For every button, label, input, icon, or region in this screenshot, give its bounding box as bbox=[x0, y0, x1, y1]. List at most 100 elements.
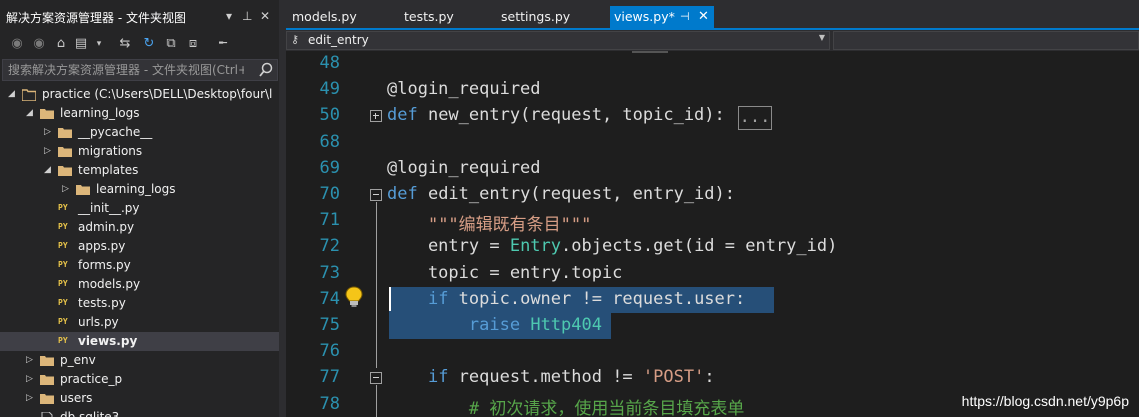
tab-settings-py[interactable]: settings.py bbox=[501, 6, 570, 28]
expand-arrow-icon[interactable]: ▷ bbox=[44, 126, 54, 138]
tree-item[interactable]: ▷ migrations bbox=[0, 142, 279, 161]
code-line[interactable]: if request.method != 'POST': bbox=[387, 367, 715, 387]
properties-icon[interactable]: ╾ bbox=[214, 34, 232, 54]
sync-icon[interactable]: ⇆ bbox=[116, 34, 134, 54]
search-icon[interactable] bbox=[258, 61, 274, 79]
code-line[interactable]: def new_entry(request, topic_id): bbox=[387, 105, 725, 125]
tree-item[interactable]: PY __init__.py bbox=[0, 199, 279, 218]
solution-explorer-title: 解决方案资源管理器 - 文件夹视图 bbox=[6, 11, 186, 25]
home-icon[interactable]: ⌂ bbox=[52, 34, 70, 54]
tree-item[interactable]: ▷ __pycache__ bbox=[0, 123, 279, 142]
code-line[interactable]: raise Http404 bbox=[387, 315, 602, 335]
tab-tests-py[interactable]: tests.py bbox=[404, 6, 454, 28]
tab-views-py[interactable]: views.py* ⊣ ✕ bbox=[610, 6, 714, 28]
tree-item[interactable]: PY views.py bbox=[0, 332, 279, 351]
solution-explorer-search[interactable] bbox=[2, 59, 278, 81]
code-token: entry = bbox=[387, 236, 510, 257]
code-token: if bbox=[427, 288, 449, 309]
tree-item[interactable]: PY urls.py bbox=[0, 313, 279, 332]
code-token: .objects.get(id = entry_id) bbox=[561, 236, 838, 257]
tree-item[interactable]: db.sqlite3 bbox=[0, 408, 279, 417]
expand-arrow-icon[interactable]: ▷ bbox=[26, 354, 36, 366]
refresh-icon[interactable]: ↻ bbox=[140, 34, 158, 54]
tree-item[interactable]: PY apps.py bbox=[0, 237, 279, 256]
expand-arrow-icon[interactable]: ▷ bbox=[62, 183, 72, 195]
python-file-icon: PY bbox=[58, 317, 68, 326]
fold-guide bbox=[376, 385, 377, 417]
code-line[interactable]: if topic.owner != request.user: bbox=[387, 289, 745, 309]
lightbulb-icon[interactable] bbox=[345, 286, 363, 308]
folder-icon bbox=[40, 109, 54, 119]
code-editor[interactable]: 48 49 @login_required 50 def new_entry(reque… bbox=[286, 51, 1139, 417]
file-icon bbox=[41, 412, 53, 417]
dropdown-arrow-icon[interactable]: ▾ bbox=[226, 9, 232, 23]
tab-label: tests.py bbox=[404, 9, 454, 24]
expand-arrow-icon[interactable]: ▷ bbox=[26, 373, 36, 385]
dropdown-arrow-icon[interactable]: ▾ bbox=[90, 34, 108, 54]
code-line[interactable]: @login_required bbox=[387, 158, 541, 178]
folder-icon bbox=[40, 394, 54, 404]
member-dropdown[interactable]: ⚷ edit_entry ▼ bbox=[286, 31, 830, 50]
collapse-icon[interactable] bbox=[370, 372, 382, 384]
folder-icon bbox=[76, 185, 90, 195]
secondary-dropdown[interactable] bbox=[833, 31, 1139, 50]
tree-item[interactable]: ▷ practice_p bbox=[0, 370, 279, 389]
python-file-icon: PY bbox=[58, 298, 68, 307]
tab-models-py[interactable]: models.py bbox=[292, 6, 357, 28]
expand-arrow-icon[interactable]: ▷ bbox=[26, 392, 36, 404]
code-token: def bbox=[387, 184, 418, 204]
search-input[interactable] bbox=[8, 62, 244, 78]
tree-item[interactable]: PY tests.py bbox=[0, 294, 279, 313]
collapse-arrow-icon[interactable]: ◢ bbox=[44, 164, 54, 176]
tree-item[interactable]: PY forms.py bbox=[0, 256, 279, 275]
collapse-icon[interactable] bbox=[370, 189, 382, 201]
panel-splitter[interactable] bbox=[279, 0, 286, 417]
code-line[interactable]: """编辑既有条目""" bbox=[387, 210, 591, 235]
line-number: 78 bbox=[319, 393, 340, 414]
show-all-files-icon[interactable]: ⧈ bbox=[184, 34, 202, 54]
chevron-down-icon[interactable]: ▼ bbox=[819, 33, 825, 42]
tree-item-label: practice (C:\Users\DELL\Desktop\four\l bbox=[42, 87, 273, 101]
code-line[interactable]: def edit_entry(request, entry_id): bbox=[387, 184, 735, 204]
tree-item-label: learning_logs bbox=[60, 106, 140, 120]
collapse-arrow-icon[interactable]: ◢ bbox=[26, 107, 36, 119]
tree-item-label: learning_logs bbox=[96, 182, 176, 196]
tree-item[interactable]: ▷ users bbox=[0, 389, 279, 408]
pin-icon[interactable]: ⊥ bbox=[242, 9, 252, 23]
python-file-icon: PY bbox=[58, 336, 68, 345]
tree-item[interactable]: ◢ learning_logs bbox=[0, 104, 279, 123]
tree-item[interactable]: PY admin.py bbox=[0, 218, 279, 237]
forward-icon[interactable]: ◉ bbox=[30, 34, 48, 54]
back-icon[interactable]: ◉ bbox=[8, 34, 26, 54]
solution-explorer-titlebar: 解决方案资源管理器 - 文件夹视图 ▾ ⊥ ✕ bbox=[0, 6, 279, 30]
close-icon[interactable]: ✕ bbox=[698, 6, 709, 28]
close-icon[interactable]: ✕ bbox=[260, 9, 270, 23]
tab-label: settings.py bbox=[501, 9, 571, 24]
collapse-arrow-icon[interactable]: ◢ bbox=[8, 88, 18, 100]
tree-item[interactable]: ▷ p_env bbox=[0, 351, 279, 370]
code-line[interactable]: entry = Entry.objects.get(id = entry_id) bbox=[387, 236, 837, 256]
line-number: 72 bbox=[319, 236, 340, 257]
fold-guide bbox=[376, 202, 377, 368]
collapse-all-icon[interactable]: ⧉ bbox=[162, 34, 180, 54]
expand-icon[interactable] bbox=[370, 110, 382, 122]
tree-item[interactable]: ▷ learning_logs bbox=[0, 180, 279, 199]
folder-view-icon[interactable]: ▤ bbox=[72, 34, 90, 54]
folder-icon bbox=[40, 356, 54, 366]
folder-open-icon bbox=[22, 89, 36, 101]
python-file-icon: PY bbox=[58, 203, 68, 212]
code-line[interactable]: # 初次请求，使用当前条目填充表单 bbox=[387, 394, 744, 417]
line-number: 48 bbox=[319, 53, 340, 73]
tree-item[interactable]: ◢ practice (C:\Users\DELL\Desktop\four\l bbox=[0, 85, 279, 104]
expand-arrow-icon[interactable]: ▷ bbox=[44, 145, 54, 157]
code-line[interactable]: @login_required bbox=[387, 79, 541, 99]
collapsed-region[interactable]: ... bbox=[738, 106, 772, 131]
line-number: 76 bbox=[319, 341, 340, 362]
code-line[interactable]: topic = entry.topic bbox=[387, 263, 622, 283]
tree-item[interactable]: ◢ templates bbox=[0, 161, 279, 180]
tree-item-label: admin.py bbox=[78, 220, 135, 234]
pin-icon[interactable]: ⊣ bbox=[680, 6, 690, 28]
tree-item[interactable]: PY models.py bbox=[0, 275, 279, 294]
